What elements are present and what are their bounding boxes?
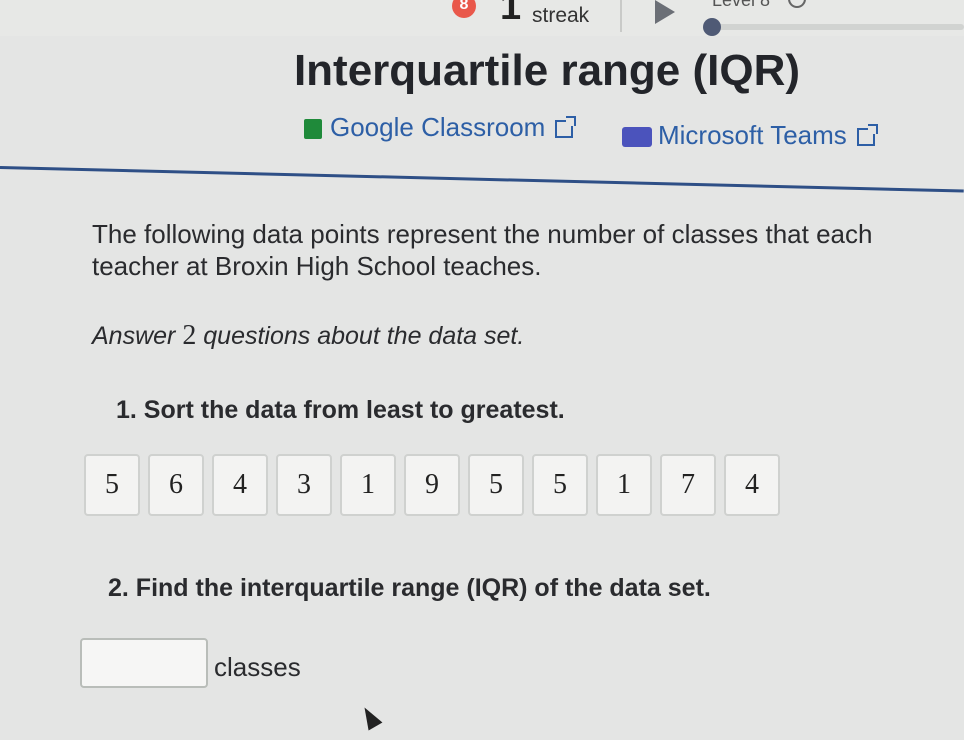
data-tile[interactable]: 1 — [340, 454, 396, 516]
divider — [620, 0, 622, 32]
microsoft-teams-label: Microsoft Teams — [658, 120, 847, 150]
sortable-tiles: 5 6 4 3 1 9 5 5 1 7 4 — [84, 454, 780, 516]
problem-intro: The following data points represent the … — [92, 219, 873, 281]
level-progress-bar — [710, 24, 964, 30]
answer-units: classes — [214, 652, 301, 682]
streak-label: streak — [532, 4, 590, 27]
question-1: 1. Sort the data from least to greatest. — [116, 396, 565, 424]
page-title: Interquartile range (IQR) — [293, 46, 801, 95]
data-tile[interactable]: 4 — [724, 454, 780, 516]
answer-count: 2 — [182, 320, 197, 351]
info-icon[interactable] — [788, 0, 806, 8]
mouse-cursor-icon — [357, 703, 383, 731]
data-tile[interactable]: 1 — [596, 454, 652, 516]
question-2: 2. Find the interquartile range (IQR) of… — [108, 574, 711, 602]
google-classroom-label: Google Classroom — [330, 112, 546, 142]
external-link-icon — [856, 124, 878, 147]
data-tile[interactable]: 5 — [468, 454, 524, 516]
google-classroom-link[interactable]: Google Classroom — [304, 112, 577, 143]
external-link-icon — [555, 116, 577, 139]
data-tile[interactable]: 4 — [212, 454, 268, 516]
problem-content: The following data points represent the … — [80, 218, 952, 688]
top-bar: 8 1 streak Level 8 — [0, 0, 964, 36]
data-tile[interactable]: 5 — [84, 454, 140, 516]
streak-count: 1 — [500, 0, 522, 28]
answer-suffix: questions about the data set. — [196, 322, 525, 350]
data-tile[interactable]: 6 — [148, 454, 204, 516]
play-icon[interactable] — [655, 0, 675, 24]
microsoft-teams-icon — [622, 127, 652, 148]
google-classroom-icon — [304, 119, 322, 140]
data-tile[interactable]: 3 — [276, 454, 332, 516]
header-divider — [0, 166, 964, 193]
level-progress-marker — [703, 18, 721, 36]
answer-prefix: Answer — [92, 322, 183, 350]
microsoft-teams-link[interactable]: Microsoft Teams — [622, 120, 878, 151]
data-tile[interactable]: 9 — [404, 454, 460, 516]
streak-badge: 8 — [452, 0, 476, 18]
data-tile[interactable]: 5 — [532, 454, 588, 516]
iqr-answer-input[interactable] — [80, 638, 208, 688]
answer-instruction: Answer 2 questions about the data set. — [92, 320, 952, 352]
data-tile[interactable]: 7 — [660, 454, 716, 516]
level-label: Level 8 — [712, 0, 771, 10]
